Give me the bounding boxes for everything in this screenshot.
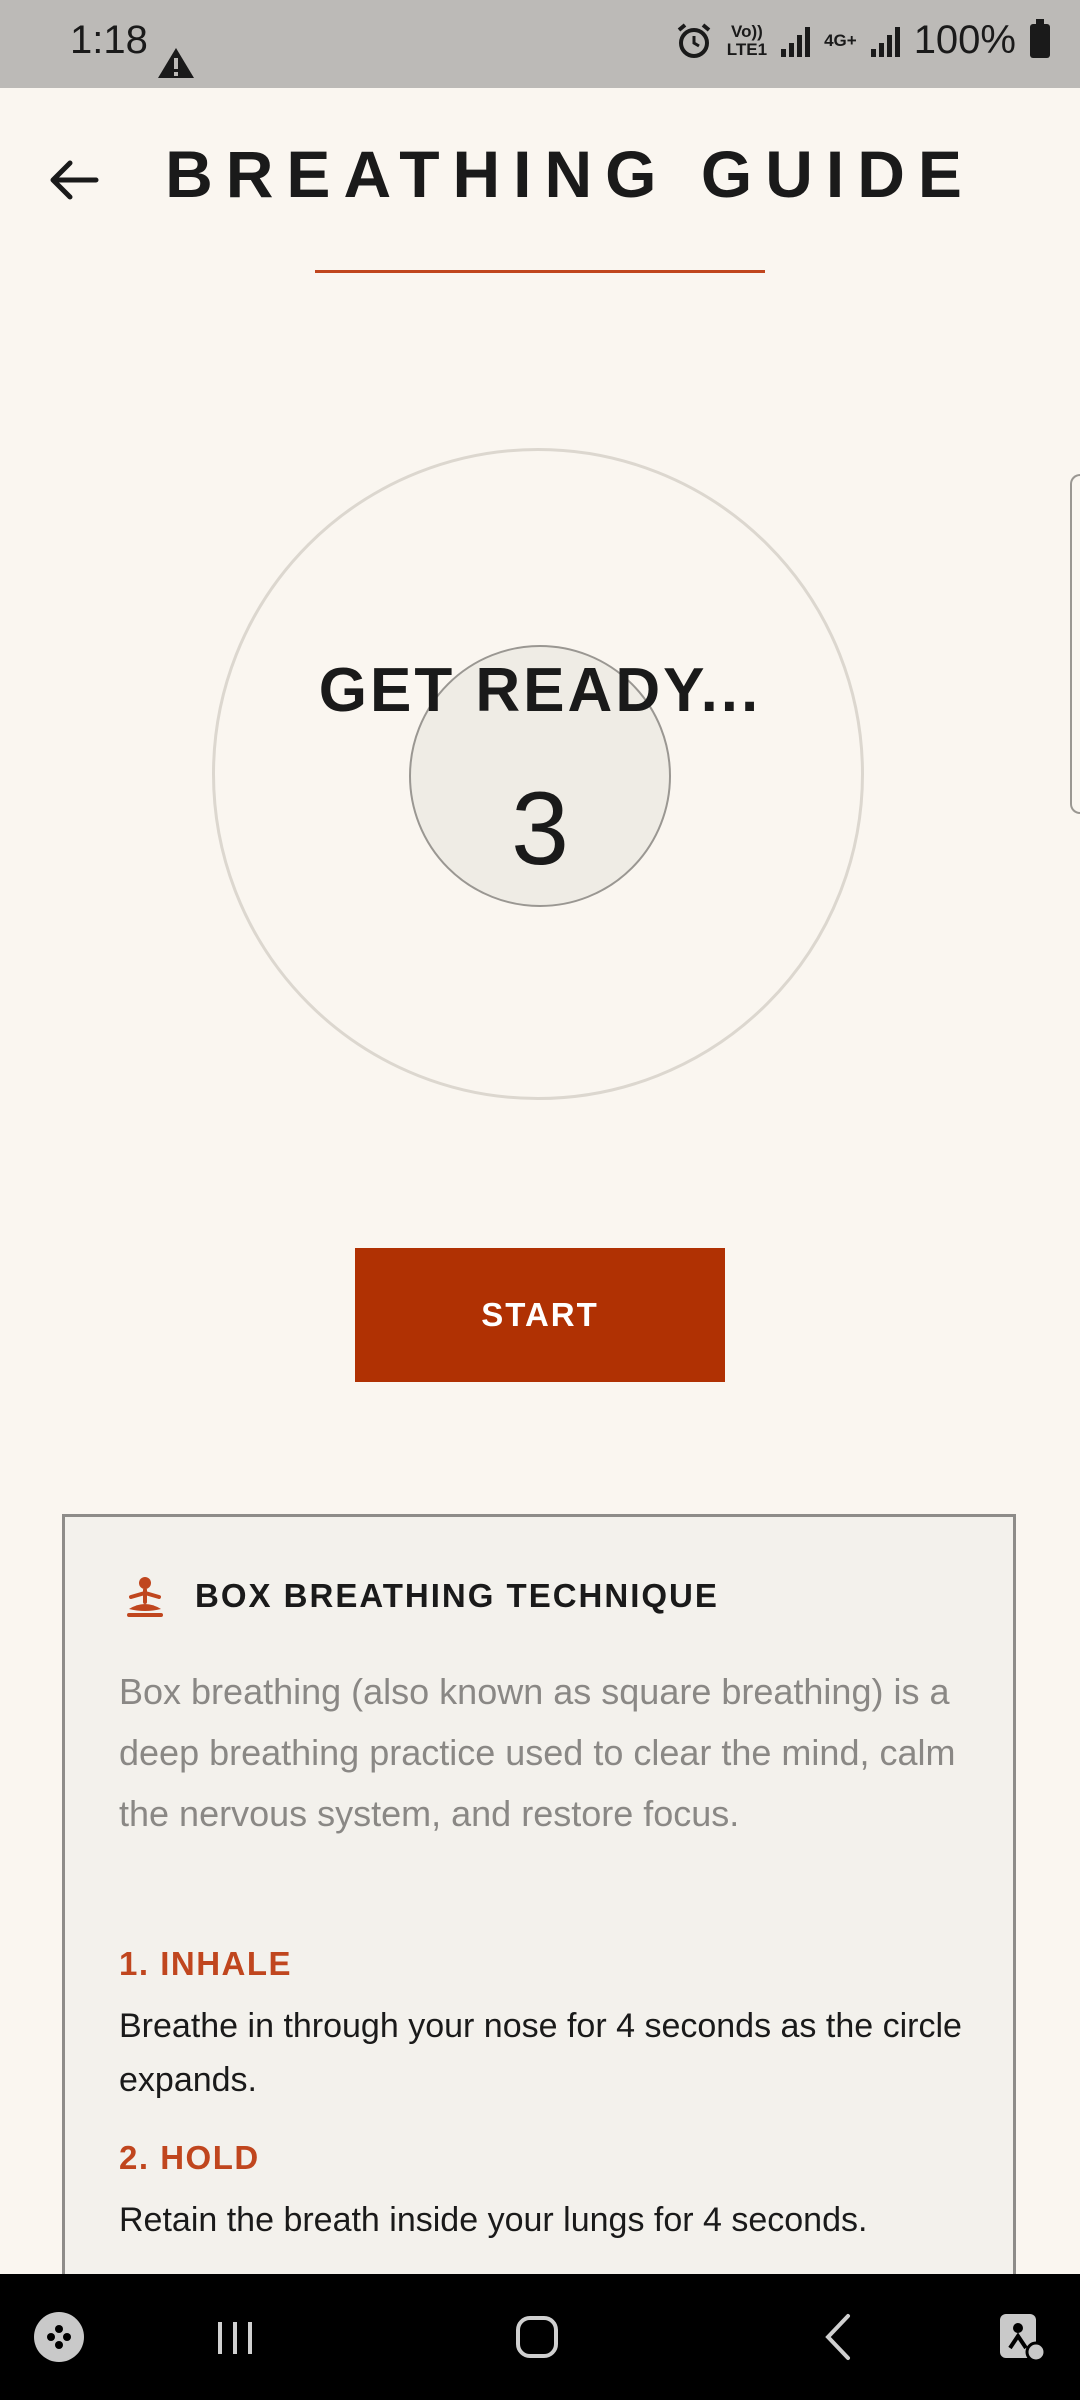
recents-icon[interactable] bbox=[200, 2302, 270, 2372]
game-launcher-icon[interactable] bbox=[24, 2302, 94, 2372]
step-title-hold: 2. HOLD bbox=[119, 2139, 260, 2176]
accessibility-icon[interactable] bbox=[986, 2302, 1056, 2372]
start-button[interactable]: START bbox=[355, 1248, 725, 1382]
technique-description: Box breathing (also known as square brea… bbox=[119, 1671, 956, 1834]
network-indicator: 4G+ bbox=[824, 30, 857, 50]
title-divider bbox=[315, 270, 765, 273]
home-icon[interactable] bbox=[502, 2302, 572, 2372]
back-nav-icon[interactable] bbox=[804, 2302, 874, 2372]
countdown-number: 3 bbox=[511, 771, 569, 887]
system-nav-bar bbox=[0, 2274, 1080, 2400]
signal-icon bbox=[781, 25, 811, 57]
back-arrow-icon[interactable] bbox=[44, 150, 104, 210]
technique-card: BOX BREATHING TECHNIQUE Box breathing (a… bbox=[62, 1514, 1016, 2314]
step-title-inhale: 1. INHALE bbox=[119, 1945, 293, 1982]
status-icons: Vo)) LTE1 4G+ 100% bbox=[675, 18, 1050, 63]
status-bar: 1:18 Vo)) LTE1 4G+ 100% bbox=[0, 0, 1080, 88]
meditation-icon bbox=[127, 1577, 163, 1617]
status-time: 1:18 bbox=[70, 18, 148, 62]
technique-title: BOX BREATHING TECHNIQUE bbox=[195, 1577, 719, 1614]
battery-percent: 100% bbox=[913, 18, 1016, 62]
breathing-prompt: GET READY... bbox=[318, 656, 762, 725]
signal-icon-2 bbox=[870, 25, 900, 57]
alarm-icon bbox=[677, 22, 711, 58]
edge-panel-handle[interactable] bbox=[1070, 474, 1080, 814]
step-body-hold: Retain the breath inside your lungs for … bbox=[119, 2201, 868, 2239]
warning-icon bbox=[158, 48, 194, 78]
step-body-inhale: Breathe in through your nose for 4 secon… bbox=[119, 2007, 962, 2099]
battery-icon bbox=[1030, 18, 1050, 58]
page-title: BREATHING GUIDE bbox=[165, 137, 975, 211]
volte-indicator: Vo)) LTE1 bbox=[726, 21, 768, 59]
